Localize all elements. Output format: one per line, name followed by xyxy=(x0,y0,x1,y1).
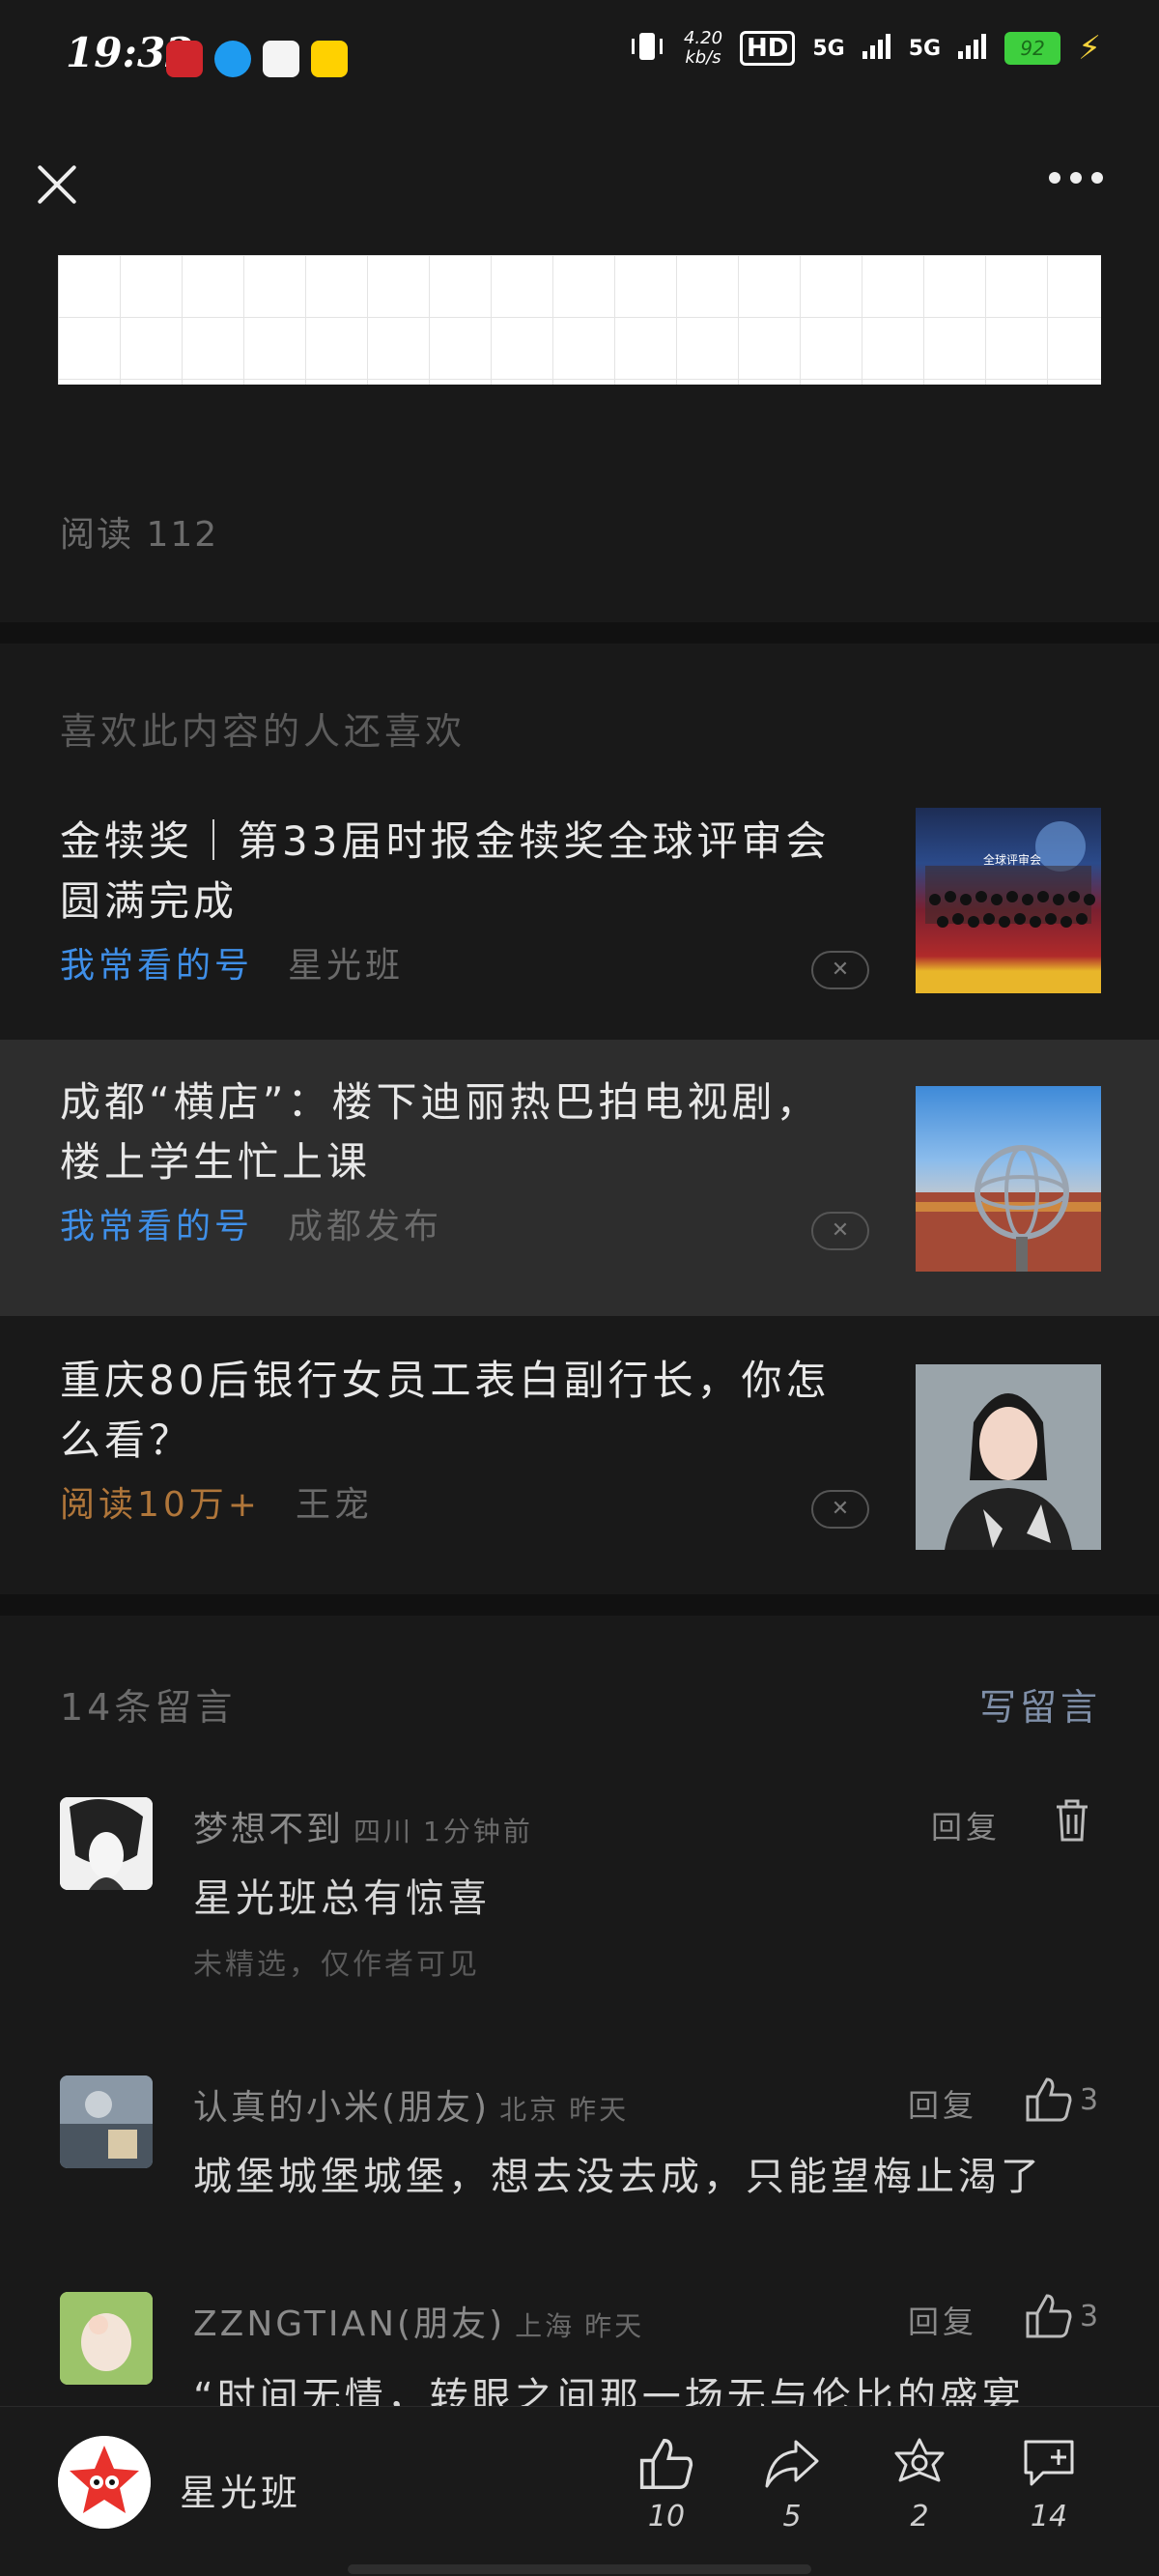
recommend-item-title: 重庆80后银行女员工表白副行长，你怎么看？ xyxy=(60,1357,831,1464)
comment-visibility-note: 未精选，仅作者可见 xyxy=(193,1948,480,1982)
like-count: 10 xyxy=(647,2500,686,2533)
recommend-item-title: 成都“横店”：楼下迪丽热巴拍电视剧，楼上学生忙上课 xyxy=(60,1078,821,1186)
favorite-count: 2 xyxy=(910,2500,929,2533)
account-avatar[interactable] xyxy=(58,2436,151,2529)
signal-5g-1: 5G xyxy=(812,36,845,61)
section-divider xyxy=(0,622,1159,644)
thumbnail-caption: 全球评审会 xyxy=(983,852,1041,867)
hd-voice-badge: HD xyxy=(740,31,796,66)
vibrate-icon xyxy=(628,29,666,68)
status-indicators: 4.20 kb/s HD 5G 5G 92 ⚡ xyxy=(628,29,1101,68)
comment-button[interactable]: 14 xyxy=(1010,2436,1088,2533)
signal-bars-icon-2 xyxy=(958,34,987,63)
recommend-item-source[interactable]: 星光班 xyxy=(288,946,404,986)
network-speed: 4.20 kb/s xyxy=(683,28,723,68)
comment-text: 城堡城堡城堡，想去没去成，只能望梅止渴了 xyxy=(193,2155,1043,2199)
write-comment-button[interactable]: 写留言 xyxy=(979,1677,1101,1731)
recommend-item-tag: 我常看的号 xyxy=(60,946,254,986)
recommend-item-thumbnail[interactable] xyxy=(916,1086,1101,1272)
reply-button[interactable]: 回复 xyxy=(931,1803,1001,1847)
qq-app-icon xyxy=(214,41,251,77)
recommend-section-title: 喜欢此内容的人还喜欢 xyxy=(60,710,466,753)
article-table-image xyxy=(58,255,1101,385)
share-arrow-icon xyxy=(765,2440,819,2488)
recommend-item-thumbnail[interactable]: 全球评审会 xyxy=(916,808,1101,993)
share-count: 5 xyxy=(782,2500,802,2533)
comment-author: 认真的小米(朋友) 北京 昨天 xyxy=(193,2088,630,2128)
like-button[interactable]: 10 xyxy=(628,2436,705,2533)
comment-text: 星光班总有惊喜 xyxy=(193,1876,491,1921)
comment-like[interactable]: 3 xyxy=(1024,2292,1099,2340)
recommend-item-meta: 我常看的号 星光班 xyxy=(60,937,404,987)
comment-item: ZZNGTIAN(朋友) 上海 昨天 “时间无情，转眼之间那一场无与伦比的盛宴 回复… xyxy=(0,2292,1159,2419)
comment-item: 梦想不到 四川 1分钟前 星光班总有惊喜 未精选，仅作者可见 回复 xyxy=(0,1797,1159,2010)
dismiss-icon[interactable]: ✕ xyxy=(811,1490,869,1529)
signal-bars-icon xyxy=(862,34,891,63)
thumbs-up-icon xyxy=(1026,2077,1072,2122)
recommend-item-read-count: 阅读10万+ xyxy=(60,1485,261,1525)
meituan-app-icon xyxy=(311,41,348,77)
comment-item: 认真的小米(朋友) 北京 昨天 城堡城堡城堡，想去没去成，只能望梅止渴了 回复 3 xyxy=(0,2075,1159,2230)
reply-button[interactable]: 回复 xyxy=(908,2081,977,2126)
comment-like-count: 3 xyxy=(1080,2082,1099,2117)
avatar[interactable] xyxy=(60,2075,153,2168)
recommend-item[interactable]: 重庆80后银行女员工表白副行长，你怎么看？ 阅读10万+ 王宠 ✕ xyxy=(0,1318,1159,1594)
recommend-item[interactable]: 成都“横店”：楼下迪丽热巴拍电视剧，楼上学生忙上课 我常看的号 成都发布 ✕ xyxy=(0,1040,1159,1316)
recommend-item-tag: 我常看的号 xyxy=(60,1207,254,1246)
comment-add-icon xyxy=(1024,2440,1074,2486)
signal-5g-2: 5G xyxy=(908,36,942,61)
charging-icon: ⚡ xyxy=(1078,29,1101,68)
avatar[interactable] xyxy=(60,1797,153,1890)
status-bar: 19:32 4.20 kb/s HD 5G 5G 92 ⚡ xyxy=(0,0,1159,116)
recommend-item[interactable]: 金犊奖｜第33届时报金犊奖全球评审会圆满完成 我常看的号 星光班 ✕ 全球评审会 xyxy=(0,779,1159,1055)
section-divider xyxy=(0,1594,1159,1616)
recommend-item-meta: 阅读10万+ 王宠 xyxy=(60,1476,373,1527)
video-app-icon xyxy=(263,41,299,77)
close-icon[interactable] xyxy=(35,162,79,207)
recommend-item-source[interactable]: 成都发布 xyxy=(288,1207,442,1246)
share-button[interactable]: 5 xyxy=(753,2436,831,2533)
dismiss-icon[interactable]: ✕ xyxy=(811,1212,869,1250)
home-indicator[interactable] xyxy=(348,2564,811,2574)
netease-music-app-icon xyxy=(166,41,203,77)
account-name[interactable]: 星光班 xyxy=(180,2463,301,2516)
recommend-item-title: 金犊奖｜第33届时报金犊奖全球评审会圆满完成 xyxy=(60,817,831,925)
comment-like-count: 3 xyxy=(1080,2299,1099,2333)
thumbs-up-icon xyxy=(1026,2294,1072,2338)
comments-count: 14条留言 xyxy=(60,1686,237,1729)
favorite-button[interactable]: 2 xyxy=(881,2436,958,2533)
reply-button[interactable]: 回复 xyxy=(908,2298,977,2342)
article-read-count: 阅读 112 xyxy=(60,515,219,555)
comment-author: ZZNGTIAN(朋友) 上海 昨天 xyxy=(193,2304,645,2344)
recommend-item-source[interactable]: 王宠 xyxy=(296,1485,373,1525)
more-options-icon[interactable] xyxy=(1049,172,1103,184)
comment-like[interactable]: 3 xyxy=(1024,2075,1099,2124)
comment-count: 14 xyxy=(1030,2500,1068,2533)
delete-icon[interactable] xyxy=(1053,1797,1091,1847)
article-page: 19:32 4.20 kb/s HD 5G 5G 92 ⚡ 阅读 112 喜欢此… xyxy=(0,0,1159,2576)
recommend-item-thumbnail[interactable] xyxy=(916,1364,1101,1550)
bottom-action-bar: 星光班 10 5 2 14 xyxy=(0,2406,1159,2576)
comment-author: 梦想不到 四川 1分钟前 xyxy=(193,1810,533,1849)
dismiss-icon[interactable]: ✕ xyxy=(811,951,869,989)
thumbs-up-icon xyxy=(639,2439,693,2489)
avatar[interactable] xyxy=(60,2292,153,2385)
battery-indicator: 92 xyxy=(1004,32,1061,65)
favorite-star-icon xyxy=(894,2438,945,2482)
recommend-item-meta: 我常看的号 成都发布 xyxy=(60,1198,442,1248)
